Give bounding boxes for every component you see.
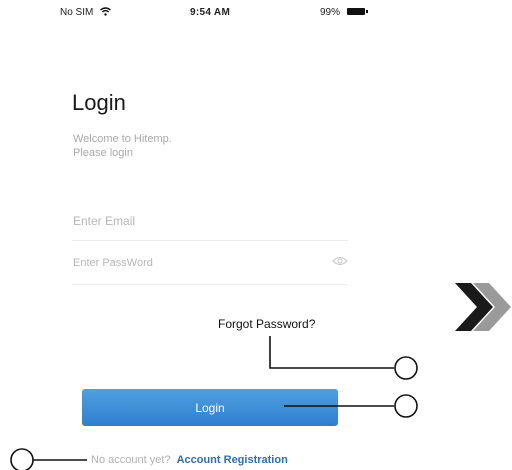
double-chevron-right-icon: [455, 283, 511, 331]
callout-overlay: [10, 336, 418, 470]
forgot-password-callout: [269, 336, 418, 380]
login-button-callout: [284, 394, 418, 418]
register-callout: [10, 448, 87, 470]
